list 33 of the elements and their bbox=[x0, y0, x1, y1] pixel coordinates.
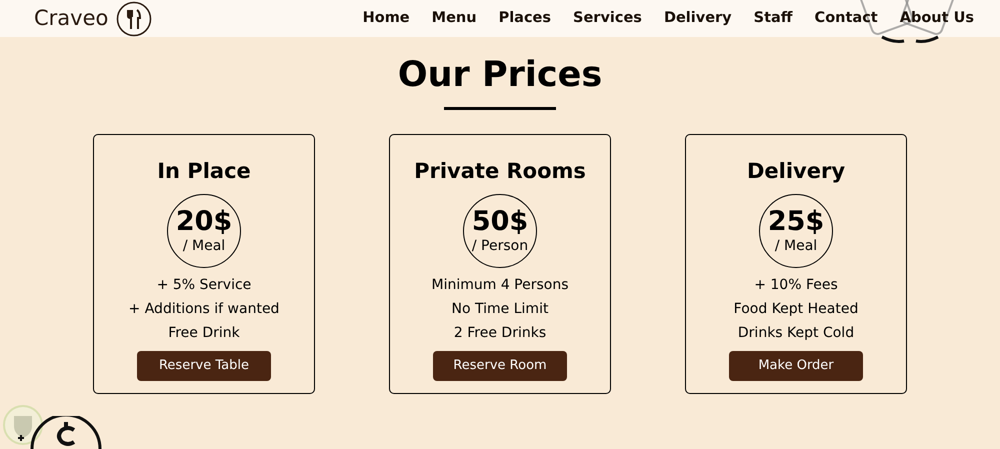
plan-feature: Drinks Kept Cold bbox=[738, 324, 854, 343]
plan-feature: + 10% Fees bbox=[754, 276, 838, 295]
price-amount: 20$ bbox=[176, 207, 232, 237]
price-amount: 50$ bbox=[472, 207, 528, 237]
reserve-button[interactable]: Reserve Table bbox=[137, 351, 271, 381]
reserve-button[interactable]: Reserve Room bbox=[433, 351, 567, 381]
plan-feature: + 5% Service bbox=[156, 276, 252, 295]
plan-feature: Minimum 4 Persons bbox=[431, 276, 569, 295]
nav-link[interactable]: Services bbox=[573, 8, 642, 30]
plan-name: In Place bbox=[157, 158, 251, 185]
brand-logo[interactable]: Craveo bbox=[34, 2, 108, 34]
price-unit: / Person bbox=[472, 237, 528, 255]
price-unit: / Meal bbox=[774, 237, 818, 255]
nav-link[interactable]: Home bbox=[362, 8, 410, 30]
nav-link[interactable]: Menu bbox=[432, 8, 477, 30]
currency-coin-icon bbox=[30, 416, 102, 449]
section-title: Our Prices bbox=[398, 54, 602, 97]
plan-feature: No Time Limit bbox=[452, 300, 548, 319]
price-amount: 25$ bbox=[768, 207, 824, 237]
nav-link[interactable]: Contact bbox=[814, 8, 878, 30]
plan-feature: 2 Free Drinks bbox=[454, 324, 546, 343]
plan-feature: + Additions if wanted bbox=[128, 300, 280, 319]
reserve-button[interactable]: Make Order bbox=[729, 351, 863, 381]
nav-link[interactable]: Staff bbox=[754, 8, 793, 30]
nav-link[interactable]: Places bbox=[498, 8, 552, 30]
plan-name: Delivery bbox=[746, 158, 846, 185]
nav-link[interactable]: About Us bbox=[900, 8, 974, 30]
plan-feature: Free Drink bbox=[168, 324, 240, 343]
plan-name: Private Rooms bbox=[414, 158, 586, 185]
plan-feature: Food Kept Heated bbox=[734, 300, 858, 319]
price-unit: / Meal bbox=[182, 237, 226, 255]
nav-link[interactable]: Delivery bbox=[664, 8, 732, 30]
fork-knife-icon bbox=[116, 0, 152, 36]
